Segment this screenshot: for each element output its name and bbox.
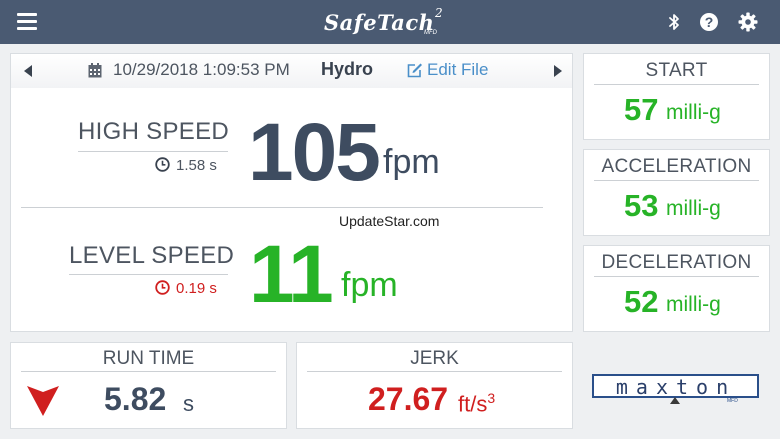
run-time-unit: s [183,391,194,416]
logo-word: SafeTach [324,10,435,35]
acceleration-rule [594,180,759,181]
deceleration-rule [594,276,759,277]
maxton-brand-sub: MFD [727,398,738,404]
clock-icon [155,157,170,172]
record-header: 10/29/2018 1:09:53 PM Hydro Edit File [11,54,572,88]
watermark-text: UpdateStar.com [339,213,440,229]
edit-icon[interactable] [406,62,423,79]
start-label: START [645,60,708,81]
level-speed-time: 0.19 s [155,280,217,297]
level-speed-label: LEVEL SPEED [69,242,235,269]
jerk-card: JERK 27.67 ft/s3 [296,342,573,429]
run-time-rule [21,371,276,372]
level-speed-value: 11 [249,229,334,320]
top-bar: SafeTach 2 MFD ? [0,0,780,44]
deceleration-card: DECELERATION 52 milli-g [583,245,770,332]
jerk-value: 27.67 [368,381,449,417]
high-speed-time-value: 1.58 s [176,157,217,174]
acceleration-card: ACCELERATION 53 milli-g [583,149,770,236]
logo-mfd: MFD [424,30,437,36]
high-speed-value: 105 [248,107,381,198]
previous-record-arrow-icon[interactable] [24,65,32,77]
svg-text:?: ? [705,14,714,30]
run-time-value: 5.82 [104,381,167,417]
jerk-unit-exponent: 3 [487,390,496,406]
deceleration-unit: milli-g [666,293,721,316]
maxton-logo: maxton MFD [592,374,759,404]
clock-icon [155,280,170,295]
level-speed-label-rule [69,274,228,275]
gear-icon[interactable] [738,12,758,32]
next-record-arrow-icon[interactable] [554,65,562,77]
deceleration-value: 52 [624,284,659,319]
speed-divider [21,207,543,208]
acceleration-label: ACCELERATION [601,156,752,177]
logo-superscript: 2 [435,6,443,20]
bluetooth-icon[interactable] [664,12,684,32]
help-circle-icon[interactable]: ? [699,12,719,32]
record-datetime: 10/29/2018 1:09:53 PM [113,60,290,79]
run-time-card: RUN TIME 5.82 s [10,342,287,429]
record-file-name: Hydro [321,59,374,79]
jerk-rule [307,371,562,372]
start-rule [594,84,759,85]
high-speed-unit: fpm [383,143,440,181]
acceleration-value: 53 [624,188,659,223]
run-time-label: RUN TIME [102,348,195,369]
level-speed-unit: fpm [341,266,398,304]
start-unit: milli-g [666,101,721,124]
hamburger-menu-icon[interactable] [17,13,37,30]
high-speed-label: HIGH SPEED [78,118,230,145]
down-arrow-icon [27,386,59,416]
jerk-unit: ft/s3 [458,390,495,417]
speed-panel: 10/29/2018 1:09:53 PM Hydro Edit File HI… [10,53,573,332]
edit-file-link[interactable]: Edit File [427,60,488,80]
start-value: 57 [624,92,659,127]
jerk-unit-base: ft/s [458,391,488,417]
calendar-icon [88,63,102,78]
deceleration-label: DECELERATION [601,252,752,273]
jerk-label: JERK [410,348,459,369]
start-card: START 57 milli-g [583,53,770,140]
high-speed-time: 1.58 s [155,157,217,174]
app-logo: SafeTach 2 MFD [324,6,454,38]
maxton-brand-name: maxton [615,375,737,399]
high-speed-label-rule [78,151,228,152]
acceleration-unit: milli-g [666,197,721,220]
level-speed-time-value: 0.19 s [176,280,217,297]
